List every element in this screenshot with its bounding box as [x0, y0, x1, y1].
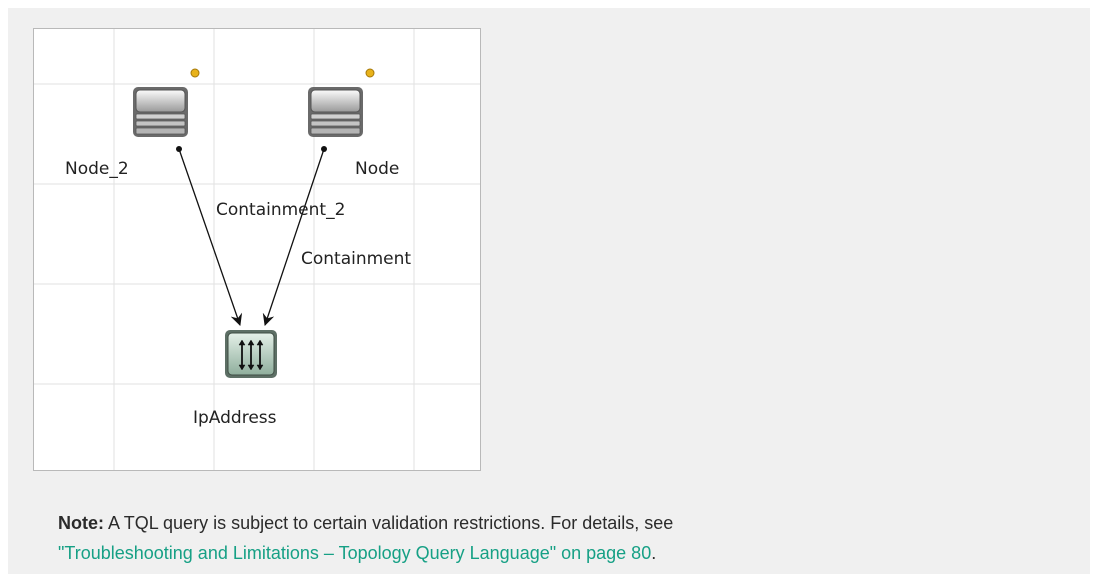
edge-label: Containment_2 — [216, 200, 346, 220]
note-paragraph: Note: A TQL query is subject to certain … — [58, 508, 673, 568]
content-panel: Node_2 Node Containment_2 Containment Ip… — [8, 8, 1090, 574]
note-text: A TQL query is subject to certain valida… — [104, 513, 674, 533]
server-icon[interactable] — [308, 87, 363, 137]
gold-dot-icon — [365, 68, 375, 78]
tql-query-diagram[interactable]: Node_2 Node Containment_2 Containment Ip… — [33, 28, 481, 471]
note-heading: Note: — [58, 513, 104, 533]
node-label: IpAddress — [193, 408, 277, 428]
edge-containment-2[interactable] — [178, 148, 243, 326]
diagram-graphics — [34, 29, 480, 470]
node-label: Node — [355, 159, 400, 179]
troubleshooting-link[interactable]: "Troubleshooting and Limitations – Topol… — [58, 543, 651, 563]
note-line-2: "Troubleshooting and Limitations – Topol… — [58, 538, 673, 568]
node-label: Node_2 — [65, 159, 129, 179]
ip-address-icon[interactable] — [225, 330, 277, 378]
server-icon[interactable] — [133, 87, 188, 137]
edge-endpoint-node-2 — [176, 146, 182, 152]
gold-dot-icon — [190, 68, 200, 78]
edge-containment[interactable] — [262, 148, 325, 326]
note-line-1: Note: A TQL query is subject to certain … — [58, 508, 673, 538]
diagram-grid — [34, 29, 480, 470]
edge-endpoint-node — [321, 146, 327, 152]
note-suffix: . — [651, 543, 657, 563]
edge-label: Containment — [301, 249, 412, 269]
